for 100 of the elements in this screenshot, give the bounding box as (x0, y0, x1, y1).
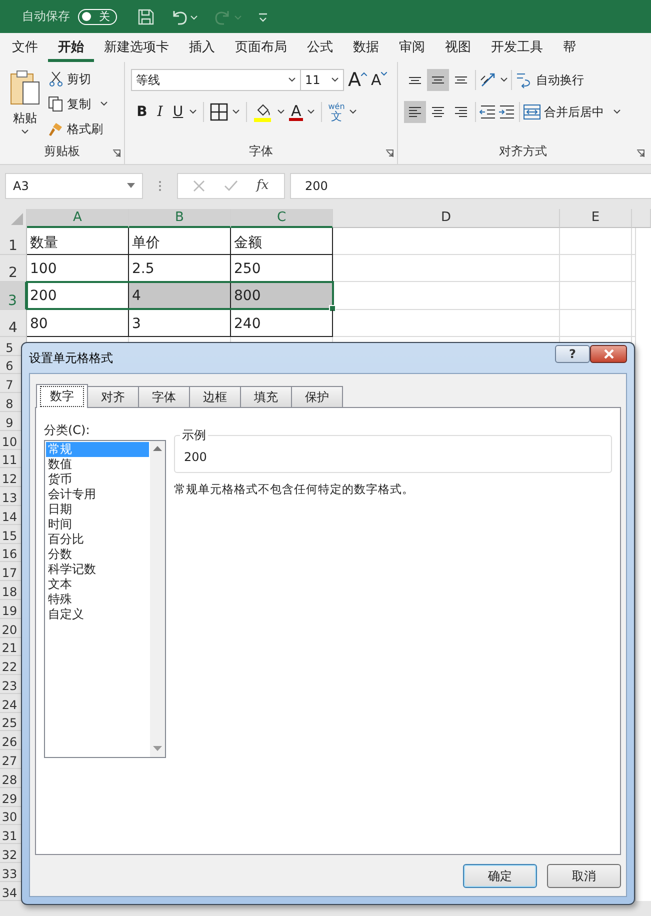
category-item[interactable]: 货币 (46, 472, 149, 487)
borders-icon[interactable] (210, 103, 228, 121)
decrease-indent-icon[interactable] (479, 104, 497, 120)
underline-button[interactable]: U (171, 101, 185, 123)
caret-icon[interactable] (232, 109, 240, 115)
scissors-icon (48, 71, 64, 87)
dialog-launcher-icon[interactable] (636, 149, 645, 158)
caret-icon (127, 182, 135, 188)
menu-tab[interactable]: 审阅 (389, 33, 435, 62)
category-label: 分类(C): (44, 422, 91, 439)
increase-indent-icon[interactable] (498, 104, 516, 120)
sample-value: 200 (184, 449, 207, 464)
caret-icon[interactable] (189, 109, 197, 115)
drag-handle-icon[interactable] (158, 178, 162, 192)
scroll-up-icon[interactable] (153, 446, 162, 452)
row-header[interactable]: 2 (0, 255, 27, 282)
menu-tab[interactable]: 新建选项卡 (94, 33, 179, 62)
dialog-tab[interactable]: 保护 (291, 386, 343, 407)
menu-tab[interactable]: 开发工具 (481, 33, 553, 62)
category-item[interactable]: 会计专用 (46, 487, 149, 502)
save-icon[interactable] (137, 8, 155, 26)
bold-button[interactable]: B (135, 101, 149, 123)
align-left-icon (409, 107, 421, 117)
column-header[interactable]: D (333, 209, 560, 228)
font-name-dropdown[interactable]: 等线 (131, 69, 301, 91)
paste-button[interactable]: 粘贴 (6, 68, 44, 140)
group-label: 字体 (249, 144, 273, 158)
category-item[interactable]: 科学记数 (46, 562, 149, 577)
copy-button[interactable]: 复制 (48, 93, 108, 115)
close-button[interactable] (590, 345, 627, 363)
scrollbar[interactable] (150, 441, 165, 757)
dialog-launcher-icon[interactable] (385, 149, 394, 158)
table-cell: 3 (129, 310, 231, 337)
caret-icon (361, 72, 367, 76)
ok-button[interactable]: 确定 (463, 864, 537, 888)
table-cell: 100 (27, 255, 129, 282)
format-painter-button[interactable]: 格式刷 (48, 118, 108, 140)
column-header[interactable]: B (129, 209, 231, 228)
column-header[interactable]: E (560, 209, 632, 228)
fill-color-icon[interactable] (253, 102, 273, 122)
category-item[interactable]: 百分比 (46, 532, 149, 547)
dialog-tab[interactable]: 对齐 (87, 386, 139, 407)
name-box[interactable]: A3 (5, 172, 143, 198)
empty-cell (560, 255, 632, 282)
help-button[interactable]: ? (555, 345, 590, 363)
category-item[interactable]: 自定义 (46, 607, 149, 622)
paintbrush-icon (48, 121, 64, 137)
group-label: 剪贴板 (44, 144, 80, 158)
row-header[interactable]: 4 (0, 310, 27, 337)
menu-tab[interactable]: 帮 (553, 33, 586, 62)
dialog-tab[interactable]: 数字 (36, 384, 88, 408)
category-item[interactable]: 日期 (46, 502, 149, 517)
italic-button[interactable]: I (153, 101, 167, 123)
dialog-launcher-icon[interactable] (112, 149, 121, 158)
column-header[interactable]: C (231, 209, 333, 228)
dialog-title: 设置单元格格式 (29, 350, 113, 366)
caret-icon (100, 101, 108, 107)
insert-function-button[interactable]: fx (256, 178, 269, 193)
caret-icon[interactable] (348, 109, 357, 115)
table-cell: 80 (27, 310, 129, 337)
category-item[interactable]: 特殊 (46, 592, 149, 607)
wrap-text-icon (515, 71, 533, 89)
formula-input[interactable]: 200 (290, 172, 651, 198)
row-header[interactable]: 1 (0, 228, 27, 256)
merge-center-button[interactable]: 合并后居中 (523, 101, 621, 123)
autosave-label: 自动保存 (22, 8, 70, 25)
font-size-dropdown[interactable]: 11 (300, 69, 344, 91)
column-header[interactable]: A (27, 209, 129, 228)
empty-cell (560, 228, 632, 256)
phonetic-button[interactable]: wén 文 (328, 101, 345, 123)
menu-tab[interactable]: 视图 (435, 33, 481, 62)
category-item[interactable]: 数值 (46, 457, 149, 472)
category-item[interactable]: 时间 (46, 517, 149, 532)
autosave-toggle[interactable]: 关 (78, 8, 117, 24)
dialog-tab[interactable]: 填充 (240, 386, 292, 407)
cut-button[interactable]: 剪切 (48, 68, 108, 90)
grow-font-button[interactable]: A (348, 69, 367, 91)
menu-tab[interactable]: 插入 (179, 33, 225, 62)
font-color-button[interactable]: A (289, 103, 304, 121)
cancel-button[interactable]: 取消 (547, 864, 621, 888)
sample-label: 示例 (180, 427, 208, 444)
menu-tab[interactable]: 数据 (343, 33, 389, 62)
caret-icon[interactable] (277, 109, 285, 115)
align-left-button[interactable] (404, 101, 426, 123)
copy-icon (48, 96, 64, 112)
caret-icon (21, 129, 29, 135)
category-item[interactable]: 分数 (46, 547, 149, 562)
category-item[interactable]: 文本 (46, 577, 149, 592)
shrink-font-button[interactable]: A (371, 69, 388, 91)
caret-icon[interactable] (307, 109, 316, 115)
caret-icon[interactable] (500, 77, 508, 83)
menu-tab[interactable]: 公式 (297, 33, 343, 62)
dialog-tab[interactable]: 边框 (189, 386, 241, 407)
menu-tab[interactable]: 文件 (2, 33, 48, 62)
menu-tab[interactable]: 页面布局 (225, 33, 297, 62)
middle-align-button[interactable] (427, 69, 449, 91)
wrap-text-button[interactable]: 自动换行 (515, 69, 584, 91)
dialog-tab[interactable]: 字体 (138, 386, 190, 407)
merge-cells-icon (523, 104, 541, 120)
row-header[interactable]: 3 (0, 282, 27, 310)
